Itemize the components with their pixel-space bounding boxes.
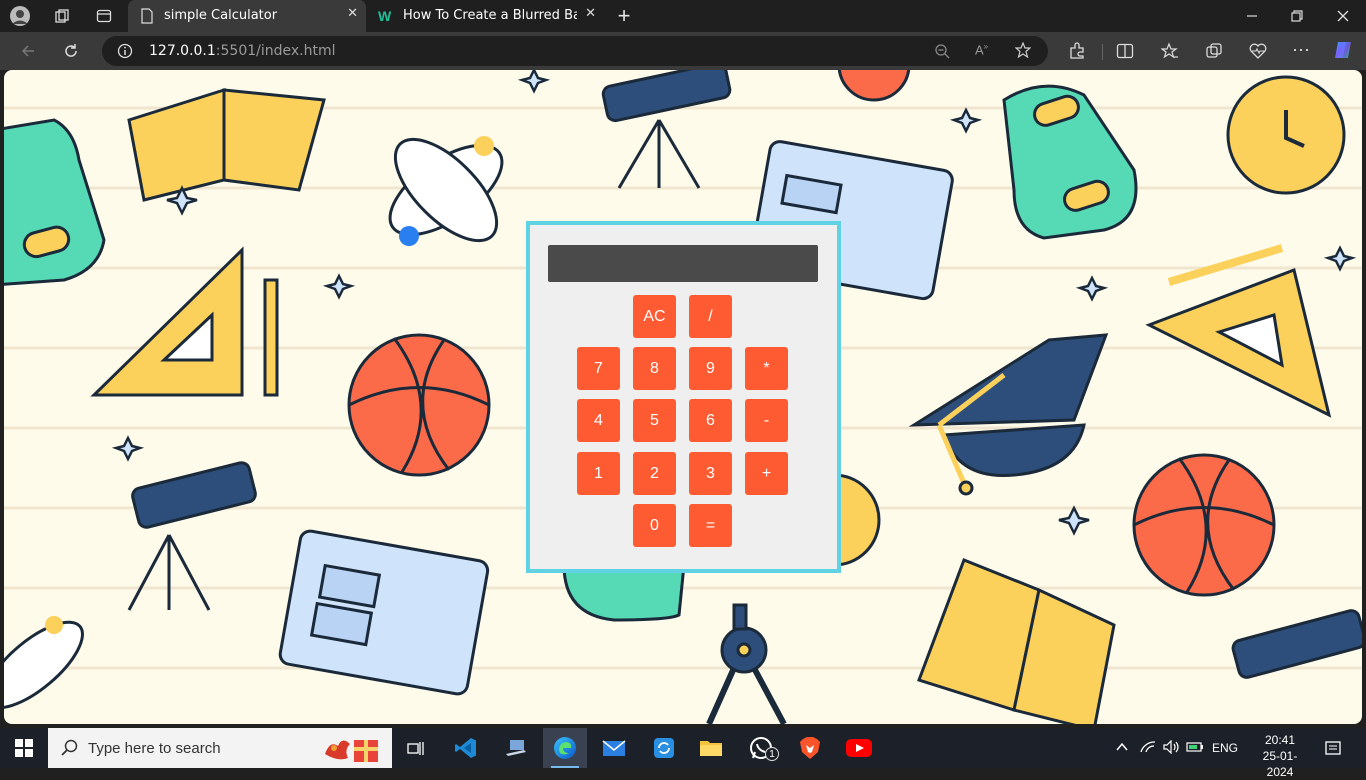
calculator-display xyxy=(548,245,818,282)
wifi-icon[interactable] xyxy=(1140,740,1156,757)
url-field[interactable]: 127.0.0.1:5501/index.html A» xyxy=(102,36,1048,66)
tab-bar: simple Calculator ✕ W How To Create a Bl… xyxy=(0,0,1366,32)
search-highlight-icon xyxy=(320,732,382,769)
tab-simple-calculator[interactable]: simple Calculator ✕ xyxy=(128,0,366,32)
key-7[interactable]: 7 xyxy=(577,347,620,390)
key-6[interactable]: 6 xyxy=(689,399,732,442)
key-0[interactable]: 0 xyxy=(633,504,676,547)
new-tab-icon[interactable]: + xyxy=(612,3,636,28)
url-path: :5501/index.html xyxy=(215,43,336,59)
close-window-icon[interactable] xyxy=(1331,4,1355,28)
site-info-icon[interactable] xyxy=(117,43,133,64)
notification-badge: 1 xyxy=(765,747,779,761)
favorites-icon[interactable] xyxy=(1159,40,1181,62)
key-2[interactable]: 2 xyxy=(633,452,676,495)
key-5[interactable]: 5 xyxy=(633,399,676,442)
address-bar: 127.0.0.1:5501/index.html A» ⋯ xyxy=(0,32,1366,70)
workspaces-icon[interactable] xyxy=(50,4,74,28)
vscode-icon[interactable] xyxy=(450,734,482,762)
notifications-icon[interactable] xyxy=(1325,740,1341,759)
volume-icon[interactable] xyxy=(1163,739,1181,757)
profile-avatar-icon[interactable] xyxy=(8,4,32,28)
back-icon[interactable] xyxy=(17,40,39,62)
page-viewport: AC / 7 8 9 * 4 5 6 - 1 2 3 + 0 = xyxy=(4,70,1362,724)
close-tab-icon[interactable]: ✕ xyxy=(347,6,358,21)
laptop-icon[interactable] xyxy=(500,734,532,762)
tab-actions-icon[interactable] xyxy=(92,4,116,28)
minimize-icon[interactable] xyxy=(1240,4,1264,28)
svg-text:W: W xyxy=(378,8,392,24)
url-host: 127.0.0.1 xyxy=(149,43,216,59)
split-screen-icon[interactable] xyxy=(1114,40,1136,62)
clock-date: 25-01-2024 xyxy=(1262,749,1298,779)
whatsapp-icon[interactable]: 1 xyxy=(745,734,779,762)
clock-time: 20:41 xyxy=(1264,733,1296,747)
key-9[interactable]: 9 xyxy=(689,347,732,390)
key-subtract[interactable]: - xyxy=(745,399,788,442)
restore-icon[interactable] xyxy=(1285,4,1309,28)
youtube-icon[interactable] xyxy=(843,734,875,762)
key-multiply[interactable]: * xyxy=(745,347,788,390)
mail-icon[interactable] xyxy=(598,734,630,762)
key-1[interactable]: 1 xyxy=(577,452,620,495)
key-clear[interactable]: AC xyxy=(633,295,676,338)
key-3[interactable]: 3 xyxy=(689,452,732,495)
browser-essentials-icon[interactable] xyxy=(1247,40,1269,62)
page-icon xyxy=(140,8,154,28)
task-view-icon[interactable] xyxy=(400,734,432,762)
search-placeholder: Type here to search xyxy=(88,740,221,757)
calculator: AC / 7 8 9 * 4 5 6 - 1 2 3 + 0 = xyxy=(526,221,841,573)
favorite-star-icon[interactable] xyxy=(1014,41,1032,63)
extensions-icon[interactable] xyxy=(1066,40,1088,62)
taskbar-search[interactable]: Type here to search xyxy=(48,728,392,768)
language-indicator[interactable]: ENG xyxy=(1212,741,1238,755)
zoom-icon[interactable] xyxy=(934,43,950,64)
copilot-icon[interactable] xyxy=(1332,39,1354,61)
tab-title: How To Create a Blurred Backgro xyxy=(403,8,577,23)
show-hidden-icons[interactable] xyxy=(1115,740,1129,757)
clock[interactable]: 20:41 25-01-2024 xyxy=(1250,732,1310,780)
refresh-icon[interactable] xyxy=(60,40,82,62)
read-aloud-icon[interactable]: A» xyxy=(975,42,988,57)
close-tab-icon[interactable]: ✕ xyxy=(585,6,596,21)
toolbar-divider xyxy=(1102,44,1103,60)
tab-title: simple Calculator xyxy=(164,8,278,23)
sync-icon[interactable] xyxy=(648,734,680,762)
key-equals[interactable]: = xyxy=(689,504,732,547)
more-menu-icon[interactable]: ⋯ xyxy=(1290,39,1312,61)
url-text: 127.0.0.1:5501/index.html xyxy=(149,43,336,59)
edge-icon[interactable] xyxy=(543,728,587,768)
windows-start-icon[interactable] xyxy=(8,734,40,762)
key-divide[interactable]: / xyxy=(689,295,732,338)
w-logo-icon: W xyxy=(378,8,396,28)
collections-icon[interactable] xyxy=(1203,40,1225,62)
key-8[interactable]: 8 xyxy=(633,347,676,390)
search-icon xyxy=(61,739,79,762)
key-4[interactable]: 4 xyxy=(577,399,620,442)
file-explorer-icon[interactable] xyxy=(695,734,727,762)
key-add[interactable]: + xyxy=(745,452,788,495)
battery-icon[interactable] xyxy=(1186,741,1204,756)
brave-icon[interactable] xyxy=(794,734,826,762)
taskbar: Type here to search 1 ENG 20:41 25-01-20… xyxy=(0,728,1366,779)
tab-blurred-background[interactable]: W How To Create a Blurred Backgro ✕ xyxy=(368,0,604,32)
